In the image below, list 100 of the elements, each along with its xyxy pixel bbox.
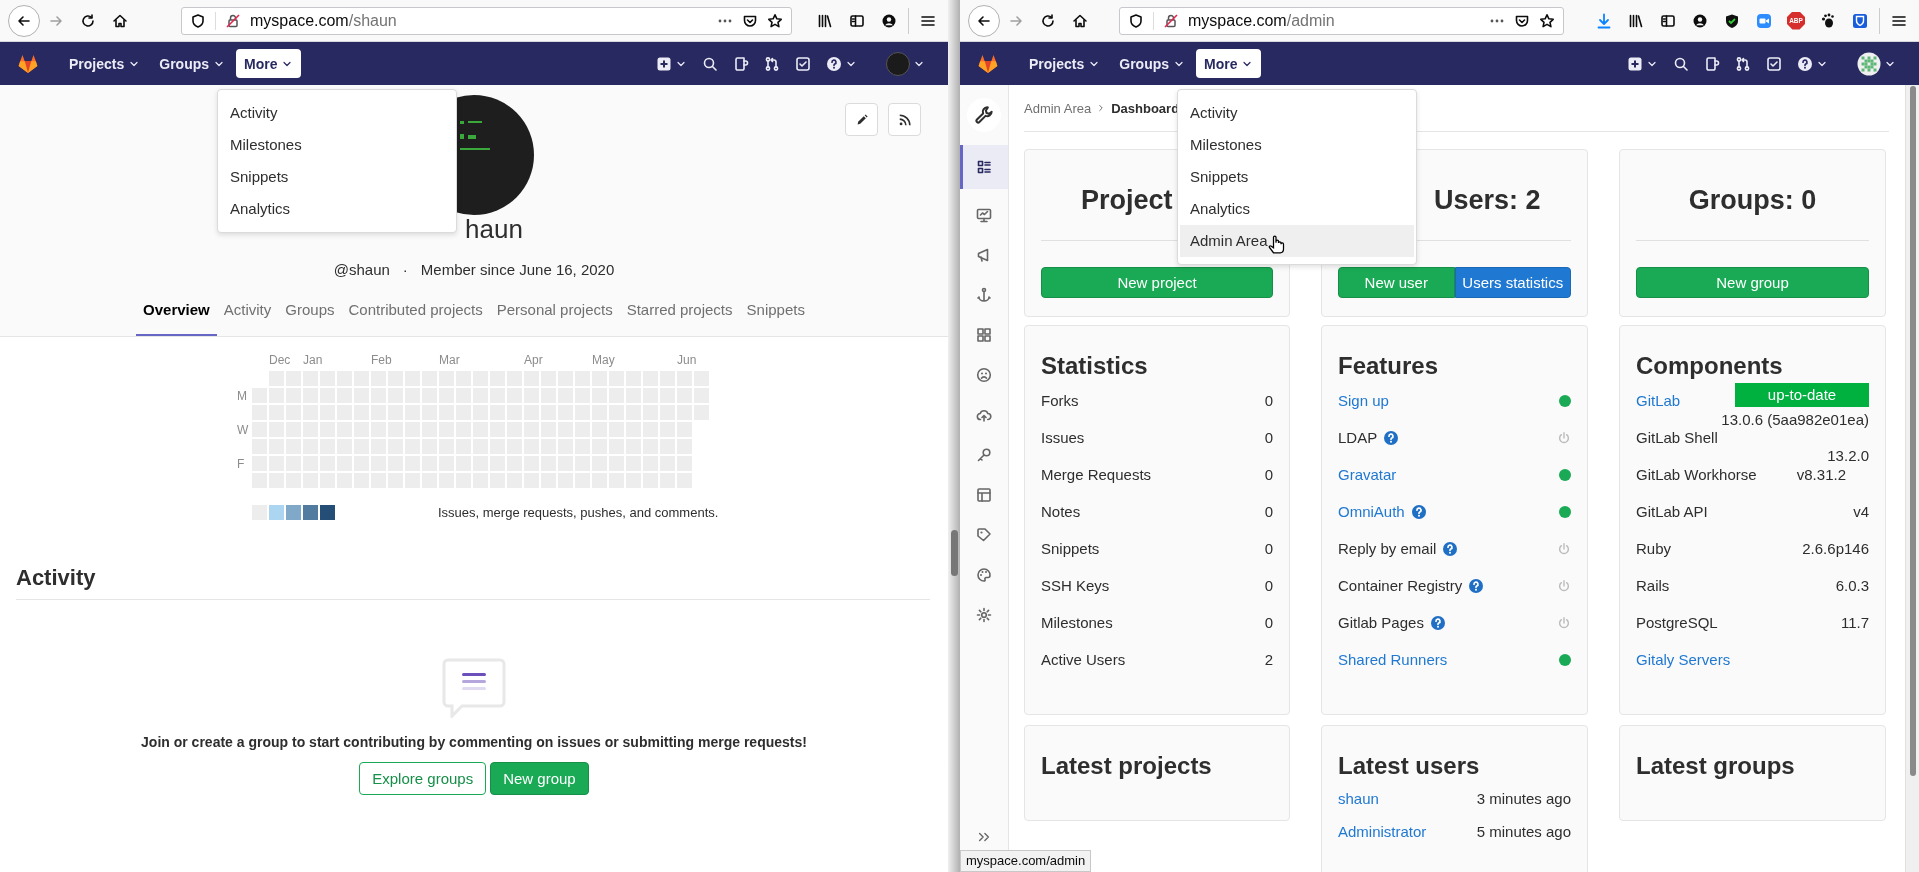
- user-link[interactable]: shaun: [1338, 790, 1379, 807]
- reload-icon[interactable]: [80, 12, 96, 29]
- menu-item[interactable]: Analytics: [220, 193, 454, 225]
- bookmark-star-icon[interactable]: [767, 12, 783, 29]
- profile-tab[interactable]: Groups: [278, 291, 342, 336]
- feature-link[interactable]: OmniAuth: [1338, 503, 1405, 520]
- breadcrumb-link[interactable]: Dashboard: [1111, 100, 1180, 116]
- reload-icon[interactable]: [1040, 12, 1056, 29]
- back-button[interactable]: [8, 4, 40, 37]
- download-icon[interactable]: [1596, 12, 1612, 29]
- merge-request-icon[interactable]: [763, 55, 780, 72]
- card-title: Latest users: [1338, 751, 1481, 781]
- menu-item[interactable]: Milestones: [1180, 129, 1414, 161]
- todo-icon[interactable]: [732, 55, 749, 72]
- collapse-icon[interactable]: [977, 830, 991, 844]
- menu-item[interactable]: Milestones: [220, 129, 454, 161]
- help-icon[interactable]: [1383, 429, 1400, 446]
- merge-request-icon[interactable]: [1734, 55, 1751, 72]
- insecure-lock-icon[interactable]: [225, 12, 241, 29]
- profile-tab[interactable]: Overview: [136, 291, 217, 336]
- profile-tab[interactable]: Personal projects: [489, 291, 620, 336]
- home-icon[interactable]: [1072, 12, 1088, 29]
- menu-item[interactable]: Snippets: [220, 161, 454, 193]
- cloud-upload-icon: [976, 407, 992, 423]
- help-icon[interactable]: [1468, 577, 1485, 594]
- account-icon[interactable]: [1692, 12, 1708, 29]
- video-camera-icon[interactable]: [1756, 12, 1772, 29]
- help-icon[interactable]: [1442, 540, 1459, 557]
- nav-menu[interactable]: Projects: [61, 49, 149, 78]
- stat-value: 0: [1264, 392, 1273, 409]
- rss-icon: [897, 112, 912, 127]
- sidebar-item[interactable]: [960, 145, 1008, 189]
- user-link[interactable]: Administrator: [1338, 823, 1427, 840]
- bookmark-star-icon[interactable]: [1539, 12, 1555, 29]
- stat-label: Merge Requests: [1041, 466, 1152, 483]
- action-button[interactable]: Users statistics: [1454, 267, 1571, 298]
- fox-logo-icon[interactable]: [17, 52, 39, 75]
- help-icon[interactable]: [1429, 614, 1446, 631]
- shield-icon[interactable]: [190, 12, 206, 29]
- search-icon[interactable]: [701, 55, 718, 72]
- help-icon[interactable]: [1796, 55, 1813, 72]
- menu-item[interactable]: Activity: [220, 97, 454, 129]
- nav-menu[interactable]: More: [1196, 49, 1262, 78]
- paw-icon[interactable]: [1820, 12, 1836, 29]
- feature-link[interactable]: Gravatar: [1338, 466, 1397, 483]
- stat-label: SSH Keys: [1041, 577, 1110, 594]
- weekday-label: M: [237, 389, 247, 403]
- plus-icon[interactable]: [655, 55, 672, 72]
- shield-icon[interactable]: [1128, 12, 1144, 29]
- checkbox-icon[interactable]: [1765, 55, 1782, 72]
- shield-app-icon[interactable]: [1852, 12, 1868, 29]
- action-button[interactable]: New group: [1636, 267, 1869, 298]
- nav-menu[interactable]: More: [236, 49, 302, 78]
- menu-item[interactable]: Admin Area: [1180, 225, 1414, 257]
- address-bar[interactable]: myspace.com/shaun: [181, 6, 792, 35]
- avatar[interactable]: [1856, 51, 1881, 76]
- checkbox-icon[interactable]: [794, 55, 811, 72]
- nav-menu[interactable]: Groups: [151, 49, 234, 78]
- action-button[interactable]: New user: [1338, 267, 1455, 298]
- menu-item[interactable]: Snippets: [1180, 161, 1414, 193]
- address-bar[interactable]: myspace.com/admin: [1119, 6, 1564, 35]
- library-icon[interactable]: [1628, 12, 1644, 29]
- help-icon[interactable]: [825, 55, 842, 72]
- feature-link[interactable]: Shared Runners: [1338, 651, 1448, 668]
- breadcrumb-link[interactable]: Admin Area: [1024, 100, 1092, 116]
- nav-menu[interactable]: Groups: [1111, 49, 1194, 78]
- home-icon[interactable]: [112, 12, 128, 29]
- edit-button[interactable]: [845, 103, 878, 136]
- sidebar-icon[interactable]: [849, 12, 865, 29]
- todo-icon[interactable]: [1703, 55, 1720, 72]
- scrollbar-thumb[interactable]: [1910, 86, 1916, 776]
- rss-button[interactable]: [888, 103, 921, 136]
- back-button[interactable]: [968, 4, 1000, 37]
- stat-value: 0: [1264, 429, 1273, 446]
- search-icon[interactable]: [1672, 55, 1689, 72]
- component-link[interactable]: Gitaly Servers: [1636, 651, 1731, 668]
- create-button[interactable]: New group: [490, 762, 589, 795]
- fox-logo-icon[interactable]: [977, 52, 999, 75]
- palette-icon: [976, 567, 992, 583]
- action-button[interactable]: New project: [1041, 267, 1273, 298]
- explore-button[interactable]: Explore groups: [359, 762, 487, 795]
- nav-menu[interactable]: Projects: [1021, 49, 1109, 78]
- library-icon[interactable]: [817, 12, 833, 29]
- version-text: 11.7: [1840, 614, 1869, 631]
- profile-tab[interactable]: Snippets: [739, 291, 812, 336]
- menu-item[interactable]: Analytics: [1180, 193, 1414, 225]
- hand-cursor-icon: [1266, 234, 1286, 254]
- shield-check-icon[interactable]: [1724, 12, 1740, 29]
- insecure-lock-icon[interactable]: [1163, 12, 1179, 29]
- feature-link[interactable]: Sign up: [1338, 392, 1389, 409]
- profile-tab[interactable]: Contributed projects: [341, 291, 490, 336]
- component-link[interactable]: GitLab: [1636, 392, 1681, 409]
- plus-icon[interactable]: [1626, 55, 1643, 72]
- help-icon[interactable]: [1410, 503, 1427, 520]
- scrollbar-thumb[interactable]: [950, 530, 958, 576]
- menu-item[interactable]: Activity: [1180, 97, 1414, 129]
- profile-tab[interactable]: Starred projects: [619, 291, 740, 336]
- profile-tab[interactable]: Activity: [216, 291, 279, 336]
- account-icon[interactable]: [881, 12, 897, 29]
- sidebar-icon[interactable]: [1660, 12, 1676, 29]
